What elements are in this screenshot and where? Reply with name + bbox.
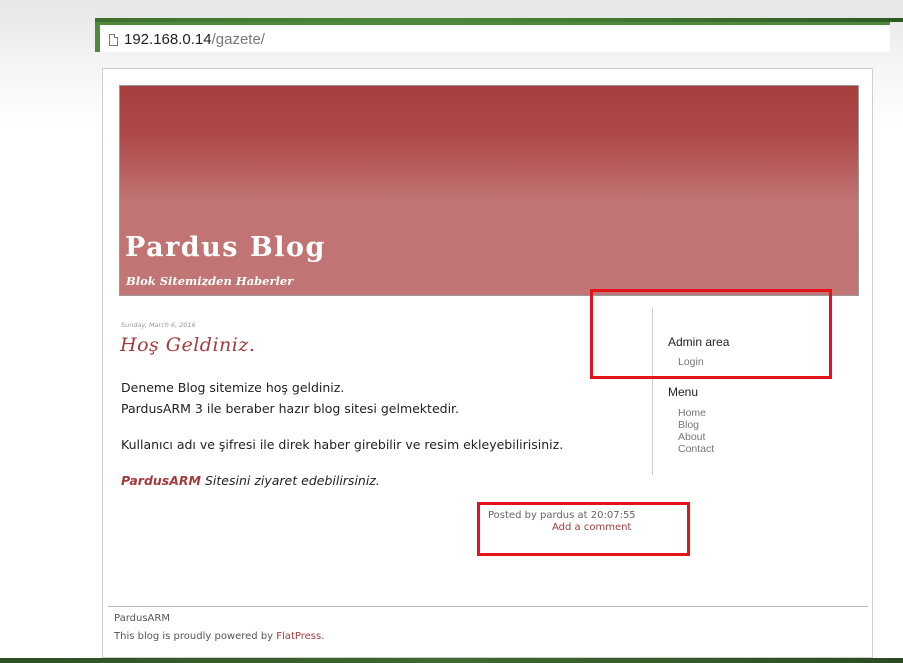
- blog-footer: PardusARM This blog is proudly powered b…: [108, 606, 868, 642]
- menu-item-about[interactable]: About: [678, 431, 714, 443]
- post-date: Sunday, March 6, 2016: [121, 321, 196, 329]
- flatpress-link[interactable]: FlatPress: [276, 631, 321, 642]
- highlight-box-admin: [590, 289, 832, 379]
- footer-powered: This blog is proudly powered by FlatPres…: [114, 631, 324, 642]
- pardusarm-link[interactable]: PardusARM: [121, 473, 201, 488]
- menu-item-home[interactable]: Home: [678, 407, 714, 419]
- post-line-3: Kullanıcı adı ve şifresi ile direk haber…: [121, 437, 564, 452]
- highlight-box-meta: [477, 502, 690, 556]
- menu-item-contact[interactable]: Contact: [678, 443, 714, 455]
- page-icon: [109, 34, 118, 46]
- browser-frame-top: [95, 0, 903, 22]
- url-host: 192.168.0.14: [124, 31, 212, 48]
- powered-prefix: This blog is proudly powered by: [114, 631, 277, 642]
- menu-item-blog[interactable]: Blog: [678, 419, 714, 431]
- menu-heading: Menu: [668, 385, 699, 399]
- url-path: /gazete/: [211, 31, 265, 48]
- post-body: Deneme Blog sitemize hoş geldiniz. Pardus…: [121, 377, 563, 506]
- browser-frame-bottom: [0, 658, 903, 663]
- address-url[interactable]: 192.168.0.14/gazete/: [124, 31, 265, 48]
- address-bar[interactable]: 192.168.0.14/gazete/: [95, 22, 890, 52]
- post-title[interactable]: Hoş Geldiniz.: [120, 334, 255, 356]
- footer-site-name: PardusARM: [114, 613, 170, 624]
- menu-list: Home Blog About Contact: [678, 407, 714, 455]
- post-line-2: PardusARM 3 ile beraber hazır blog sites…: [121, 401, 460, 416]
- site-title[interactable]: Pardus Blog: [125, 232, 326, 263]
- post-line-4: Sitesini ziyaret edebilirsiniz.: [201, 473, 380, 488]
- powered-suffix: .: [321, 631, 325, 642]
- blog-header: Pardus Blog Blok Sitemizden Haberler: [119, 85, 859, 296]
- site-tagline: Blok Sitemizden Haberler: [126, 274, 294, 288]
- post-line-1: Deneme Blog sitemize hoş geldiniz.: [121, 380, 345, 395]
